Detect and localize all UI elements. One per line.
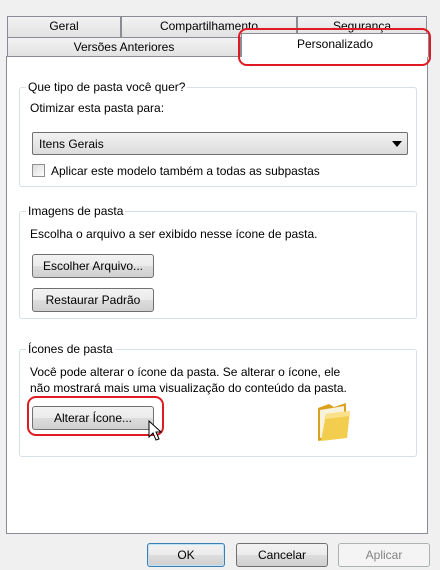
- tab-compartilhamento-label: Compartilhamento: [159, 19, 259, 33]
- apply-button-label: Aplicar: [365, 548, 403, 562]
- choose-file-button-label: Escolher Arquivo...: [42, 259, 144, 273]
- chevron-down-icon: [392, 141, 402, 147]
- optimize-dropdown[interactable]: Itens Gerais: [32, 132, 408, 155]
- tab-seguranca-label: Segurança: [332, 19, 392, 33]
- folder-images-legend: Imagens de pasta: [26, 203, 126, 219]
- apply-button[interactable]: Aplicar: [338, 543, 430, 567]
- tab-geral-label: Geral: [49, 19, 79, 33]
- tab-personalizado-label: Personalizado: [296, 37, 374, 51]
- cancel-button-label: Cancelar: [257, 548, 307, 562]
- ok-button-label: OK: [177, 548, 195, 562]
- tab-panel: Que tipo de pasta você quer? Otimizar es…: [6, 56, 428, 534]
- change-icon-button[interactable]: Alterar Ícone...: [32, 406, 154, 430]
- folder-images-group: Imagens de pasta Escolha o arquivo a ser…: [19, 203, 417, 319]
- folder-icons-group: Ícones de pasta Você pode alterar o ícon…: [19, 341, 417, 457]
- restore-default-button[interactable]: Restaurar Padrão: [32, 288, 154, 312]
- cancel-button[interactable]: Cancelar: [236, 543, 328, 567]
- ok-button[interactable]: OK: [147, 543, 225, 567]
- choose-file-button[interactable]: Escolher Arquivo...: [32, 254, 154, 278]
- optimize-dropdown-value: Itens Gerais: [39, 137, 104, 151]
- tab-versoes-anteriores-label: Versões Anteriores: [73, 40, 175, 54]
- tab-personalizado[interactable]: Personalizado: [241, 33, 429, 57]
- apply-subfolders-label[interactable]: Aplicar este modelo também a todas as su…: [51, 163, 320, 179]
- tab-versoes-anteriores[interactable]: Versões Anteriores: [7, 37, 241, 57]
- folder-icons-description-line1: Você pode alterar o ícone da pasta. Se a…: [30, 365, 341, 379]
- change-icon-button-label: Alterar Ícone...: [53, 411, 133, 425]
- restore-default-button-label: Restaurar Padrão: [45, 293, 141, 307]
- folder-icons-legend: Ícones de pasta: [26, 341, 115, 357]
- folder-icon: [316, 402, 352, 442]
- folder-type-legend: Que tipo de pasta você quer?: [26, 79, 188, 95]
- folder-images-description: Escolha o arquivo a ser exibido nesse íc…: [30, 227, 318, 241]
- mouse-cursor-icon: [148, 419, 164, 442]
- folder-type-group: Que tipo de pasta você quer? Otimizar es…: [19, 79, 417, 187]
- optimize-label: Otimizar esta pasta para:: [30, 101, 165, 115]
- tab-geral[interactable]: Geral: [7, 16, 121, 38]
- folder-icons-description-line2: não mostrará mais uma visualização do co…: [30, 381, 347, 395]
- apply-subfolders-checkbox[interactable]: [32, 164, 45, 177]
